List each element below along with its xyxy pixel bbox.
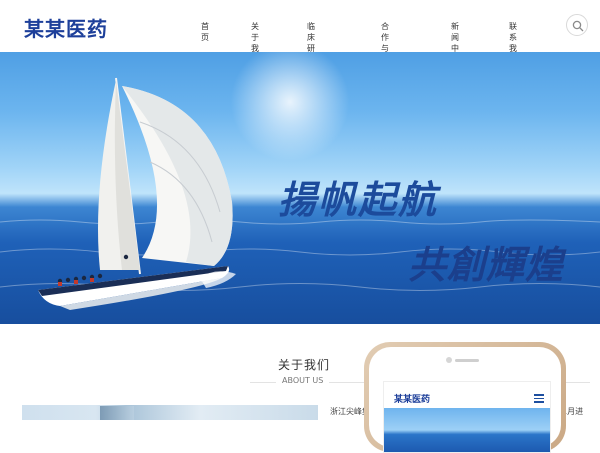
phone-screen: 某某医药 xyxy=(383,381,551,453)
slogan-line-2: 共創輝煌 xyxy=(408,242,565,287)
company-building-image xyxy=(22,405,318,420)
slogan-line-1: 揚帆起航 xyxy=(278,177,439,222)
speaker-icon xyxy=(455,359,479,362)
phone-face: 某某医药 xyxy=(369,347,561,453)
section-title: 关于我们 xyxy=(278,358,331,372)
phone-banner xyxy=(384,408,550,452)
section-subtitle: ABOUT US xyxy=(276,376,330,385)
phone-logo: 某某医药 xyxy=(394,395,431,405)
site-logo[interactable]: 某某医药 xyxy=(24,13,108,42)
search-icon xyxy=(572,20,584,32)
hero-banner[interactable]: 揚帆起航 共創輝煌 xyxy=(0,52,600,324)
phone-mockup: 某某医药 xyxy=(364,342,566,453)
building-tower-shape xyxy=(100,406,134,420)
menu-icon xyxy=(534,394,544,405)
nav-item-home[interactable]: 首页 xyxy=(201,21,209,43)
camera-icon xyxy=(446,357,452,363)
site-header: 某某医药 首页 关于我们 临床研究服务 合作与交流 新闻中心 联系我们 xyxy=(0,0,600,86)
search-button[interactable] xyxy=(566,14,588,36)
